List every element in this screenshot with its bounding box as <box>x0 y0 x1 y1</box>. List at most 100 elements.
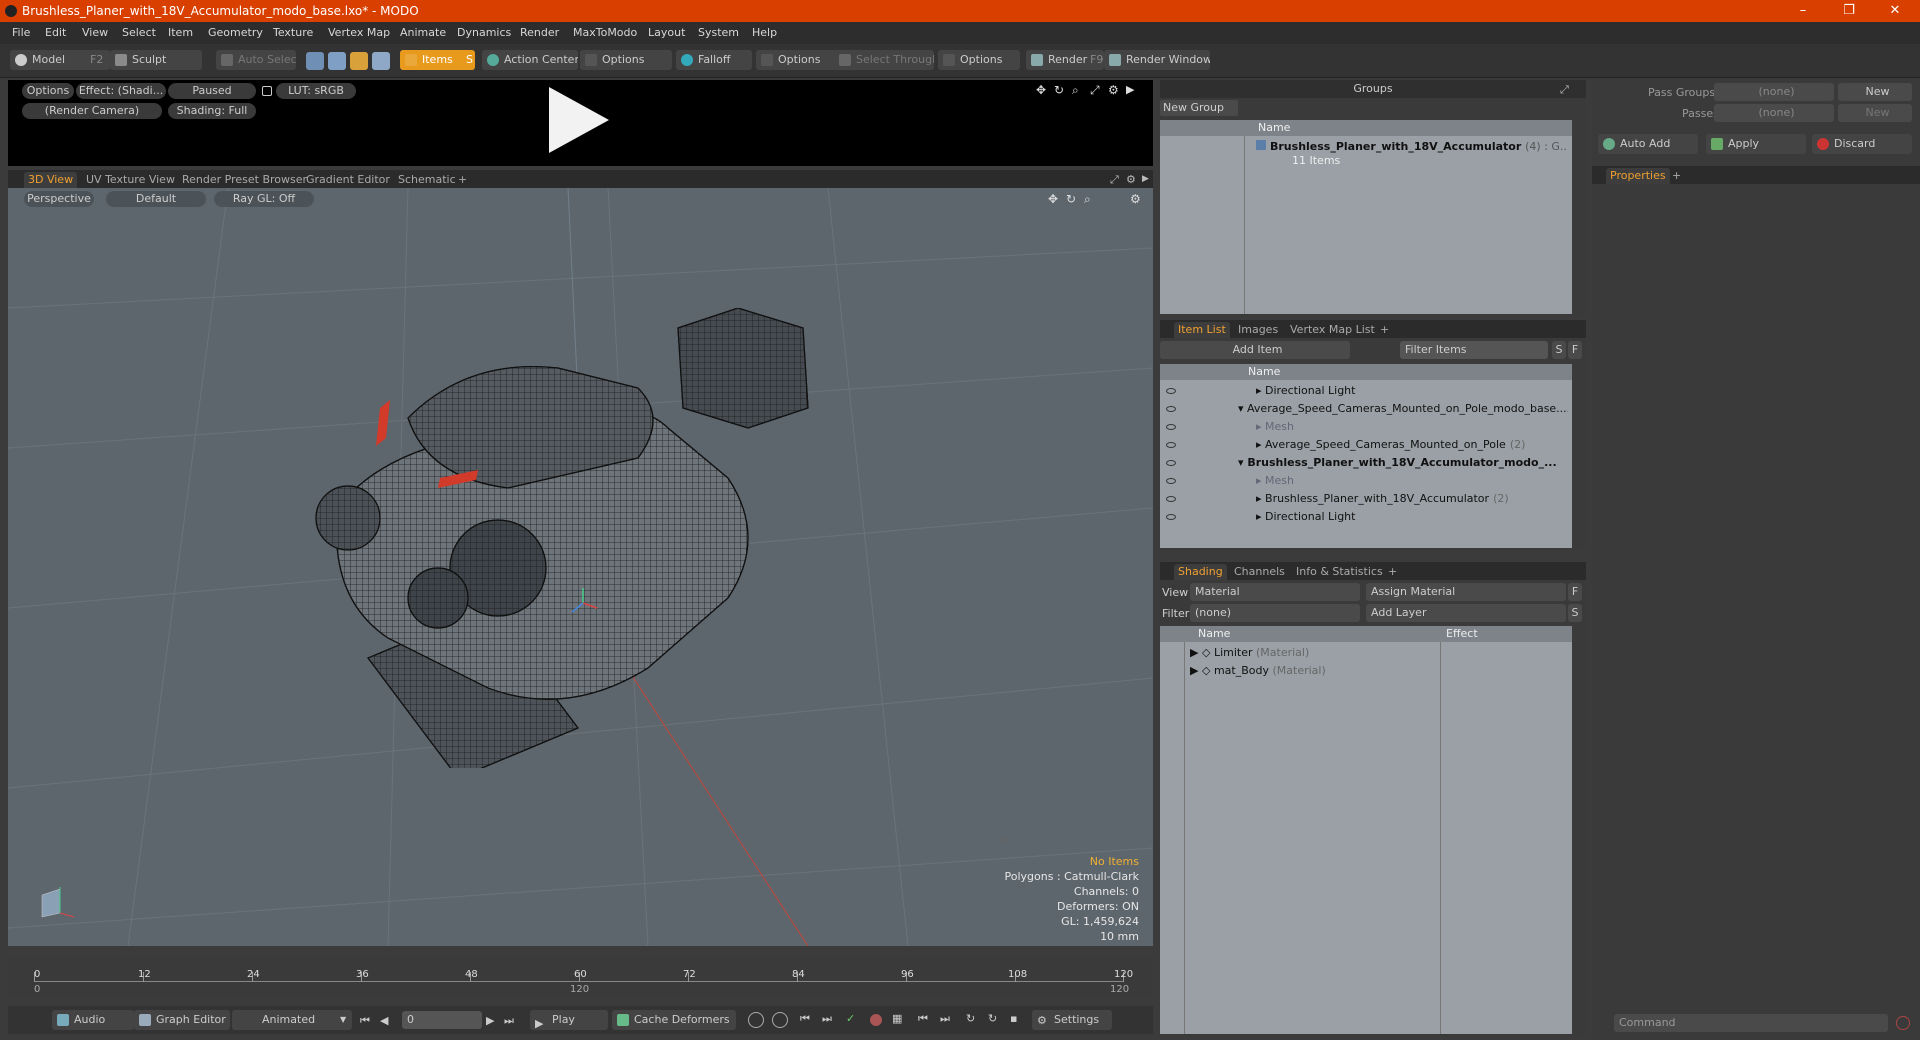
assign-material-button[interactable]: Assign Material <box>1366 583 1566 601</box>
tab-vertex-map-list[interactable]: Vertex Map List <box>1286 322 1379 338</box>
filter-dropdown[interactable]: (none) <box>1190 604 1360 622</box>
gear-icon[interactable]: ⚙ <box>1108 84 1119 96</box>
tab-channels[interactable]: Channels <box>1230 564 1289 580</box>
graph-editor-button[interactable]: Graph Editor <box>134 1010 230 1030</box>
materials-icon[interactable] <box>372 52 390 70</box>
menu-dynamics[interactable]: Dynamics <box>457 26 511 39</box>
record-icon[interactable] <box>870 1014 882 1026</box>
new-pass-group-button[interactable]: New <box>1838 83 1912 101</box>
action-center-button[interactable]: Action Center <box>482 50 578 70</box>
visibility-eye-icon[interactable] <box>1166 442 1176 448</box>
list-item[interactable]: ▾ Average_Speed_Cameras_Mounted_on_Pole_… <box>1238 400 1568 418</box>
tab-images[interactable]: Images <box>1234 322 1282 338</box>
viewport-3d[interactable]: Perspective Default Ray GL: Off ✥ ↻ ⌕ ⚙ <box>8 188 1153 946</box>
raygl-dropdown[interactable]: Ray GL: Off <box>214 191 314 207</box>
visibility-eye-icon[interactable] <box>1166 514 1176 520</box>
lut-dropdown[interactable]: LUT: sRGB <box>276 83 356 99</box>
auto-key-icon[interactable]: ✓ <box>846 1012 855 1025</box>
tab-properties[interactable]: Properties <box>1606 168 1670 184</box>
s-button[interactable]: S <box>1568 604 1582 622</box>
effect-dropdown[interactable]: Effect: (Shadi... <box>76 83 166 99</box>
gear-icon[interactable]: ⚙ <box>1130 192 1141 206</box>
view-dropdown[interactable]: Material <box>1190 583 1360 601</box>
action-center-options-button[interactable]: Options <box>580 50 672 70</box>
list-item[interactable]: ▸ Directional Light <box>1256 382 1566 400</box>
chevron-right-icon[interactable]: ▶ <box>1126 84 1134 96</box>
visibility-eye-icon[interactable] <box>1166 460 1176 466</box>
menu-vertex-map[interactable]: Vertex Map <box>328 26 390 39</box>
menu-edit[interactable]: Edit <box>45 26 66 39</box>
f-button[interactable]: F <box>1568 583 1582 601</box>
preview-options-button[interactable]: Options <box>22 83 74 99</box>
zoom-icon[interactable]: ⌕ <box>1072 84 1079 96</box>
visibility-eye-icon[interactable] <box>1166 388 1176 394</box>
cache-deformers-button[interactable]: Cache Deformers <box>612 1010 736 1030</box>
add-layer-dropdown[interactable]: Add Layer <box>1366 604 1566 622</box>
tab-render-preset-browser[interactable]: Render Preset Browser <box>178 172 311 188</box>
gear-icon[interactable]: ⚙ <box>1126 173 1136 186</box>
camera-dropdown[interactable]: (Render Camera) <box>22 103 162 119</box>
expand-icon[interactable]: ⤢ <box>1560 83 1569 97</box>
apply-button[interactable]: Apply <box>1706 134 1806 154</box>
menu-animate[interactable]: Animate <box>400 26 446 39</box>
paused-toggle[interactable]: Paused <box>168 83 256 99</box>
list-item[interactable]: ▾ Brushless_Planer_with_18V_Accumulator_… <box>1238 454 1568 472</box>
command-history-icon[interactable] <box>1896 1016 1910 1030</box>
menu-layout[interactable]: Layout <box>648 26 685 39</box>
vertices-icon[interactable] <box>306 52 324 70</box>
new-group-button[interactable]: New Group <box>1160 100 1238 116</box>
shader-row-limiter[interactable]: ▶ ◇ Limiter (Material) <box>1190 644 1309 662</box>
perspective-dropdown[interactable]: Perspective <box>24 191 94 207</box>
edges-icon[interactable] <box>328 52 346 70</box>
add-tab-button[interactable]: + <box>1668 168 1685 184</box>
command-input[interactable]: Command <box>1614 1014 1888 1032</box>
menu-view[interactable]: View <box>82 26 108 39</box>
tab-item-list[interactable]: Item List <box>1174 322 1230 338</box>
render-window-button[interactable]: Render Window <box>1104 50 1210 70</box>
animated-dropdown[interactable]: Animated ▼ <box>232 1010 352 1030</box>
maximize-view-icon[interactable]: ⤢ <box>1090 84 1100 96</box>
prev-frame-icon[interactable]: ⏮ <box>918 1012 928 1026</box>
move-icon[interactable]: ✥ <box>1048 192 1058 206</box>
filter-items-input[interactable]: Filter Items <box>1400 341 1548 359</box>
menu-geometry[interactable]: Geometry <box>208 26 263 39</box>
render-button[interactable]: Render F9 <box>1026 50 1104 70</box>
move-icon[interactable]: ✥ <box>1036 84 1048 96</box>
rotate-icon[interactable]: ↻ <box>1066 192 1076 206</box>
visibility-eye-icon[interactable] <box>1166 424 1176 430</box>
timeline[interactable]: 0 12 24 36 48 60 72 84 96 108 120 0 120 … <box>8 958 1153 998</box>
menu-maxtomodo[interactable]: MaxToModo <box>573 26 637 39</box>
list-item[interactable]: ▸ Average_Speed_Cameras_Mounted_on_Pole(… <box>1256 436 1566 454</box>
add-tab-button[interactable]: + <box>1376 322 1393 338</box>
auto-select-button[interactable]: Auto Select <box>216 50 296 70</box>
next-key-icon[interactable]: ⏭ <box>822 1012 832 1026</box>
play-icon[interactable] <box>545 85 613 155</box>
f-button[interactable]: F <box>1568 341 1582 359</box>
audio-button[interactable]: Audio <box>52 1010 134 1030</box>
skip-end-icon[interactable]: ⏭ <box>504 1014 514 1028</box>
menu-help[interactable]: Help <box>752 26 777 39</box>
expand-arrow-icon[interactable]: ▶ <box>1190 664 1198 677</box>
discard-button[interactable]: Discard <box>1812 134 1912 154</box>
menu-item[interactable]: Item <box>168 26 193 39</box>
zoom-icon[interactable]: ⌕ <box>1084 192 1091 207</box>
settings-button[interactable]: ⚙ Settings <box>1032 1010 1112 1030</box>
tab-uv-texture-view[interactable]: UV Texture View <box>82 172 179 188</box>
select-options-button[interactable]: Options <box>938 50 1020 70</box>
default-dropdown[interactable]: Default <box>106 191 206 207</box>
key-all-icon[interactable] <box>772 1012 788 1028</box>
list-item[interactable]: ▸ Mesh <box>1256 418 1566 436</box>
extra-icon[interactable]: ▪ <box>1010 1012 1017 1025</box>
tab-info-statistics[interactable]: Info & Statistics <box>1292 564 1387 580</box>
list-item[interactable]: ▸ Mesh <box>1256 472 1566 490</box>
add-tab-button[interactable]: + <box>454 172 471 188</box>
planer-model[interactable] <box>308 308 828 768</box>
falloff-options-button[interactable]: Options <box>756 50 838 70</box>
select-through-button[interactable]: Select Through <box>834 50 934 70</box>
add-tab-button[interactable]: + <box>1384 564 1401 580</box>
menu-select[interactable]: Select <box>122 26 156 39</box>
maximize-button[interactable]: ❐ <box>1826 0 1872 22</box>
groups-list[interactable]: Name Brushless_Planer_with_18V_Accumulat… <box>1160 120 1572 314</box>
new-pass-button[interactable]: New <box>1838 104 1912 122</box>
tab-schematic[interactable]: Schematic <box>394 172 460 188</box>
